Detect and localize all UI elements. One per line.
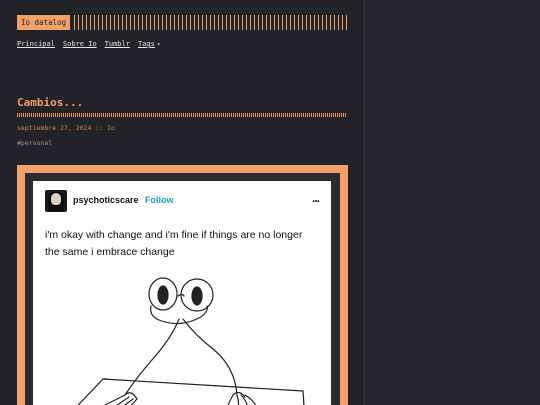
sidebar [364,0,540,405]
tumblr-post-card: psychoticscare Follow ... i'm okay with … [33,181,331,405]
avatar[interactable] [45,190,67,212]
nav-tags-label[interactable]: Tags [138,40,155,48]
header-bar-pattern [74,15,351,30]
blog-header: Io datalog [17,15,351,30]
nav-tumblr[interactable]: Tumblr [105,40,130,48]
post-tag[interactable]: #personal [17,139,52,147]
nav-sobre-io[interactable]: Sobre Io [63,40,97,48]
post-title[interactable]: Cambios... [17,96,83,109]
nav-principal[interactable]: Principal [17,40,55,48]
blog-logo[interactable]: Io datalog [17,15,71,30]
chevron-down-icon: ▾ [156,41,161,48]
title-divider [17,113,347,117]
embedded-post-frame: psychoticscare Follow ... i'm okay with … [17,165,348,405]
main-column: Io datalog Principal Sobre Io Tumblr Tag… [0,0,364,405]
nav-tags[interactable]: Tags ▾ [138,40,160,48]
post-username[interactable]: psychoticscare [73,195,139,205]
post-meta: septiembre 27, 2024 :: Io [17,124,115,132]
more-options-icon[interactable]: ... [312,191,320,205]
follow-button[interactable]: Follow [145,195,174,205]
blog-nav: Principal Sobre Io Tumblr Tags ▾ [17,40,160,48]
stick-figure-drawing [77,277,305,405]
post-body-text: i'm okay with change and i'm fine if thi… [45,229,303,258]
